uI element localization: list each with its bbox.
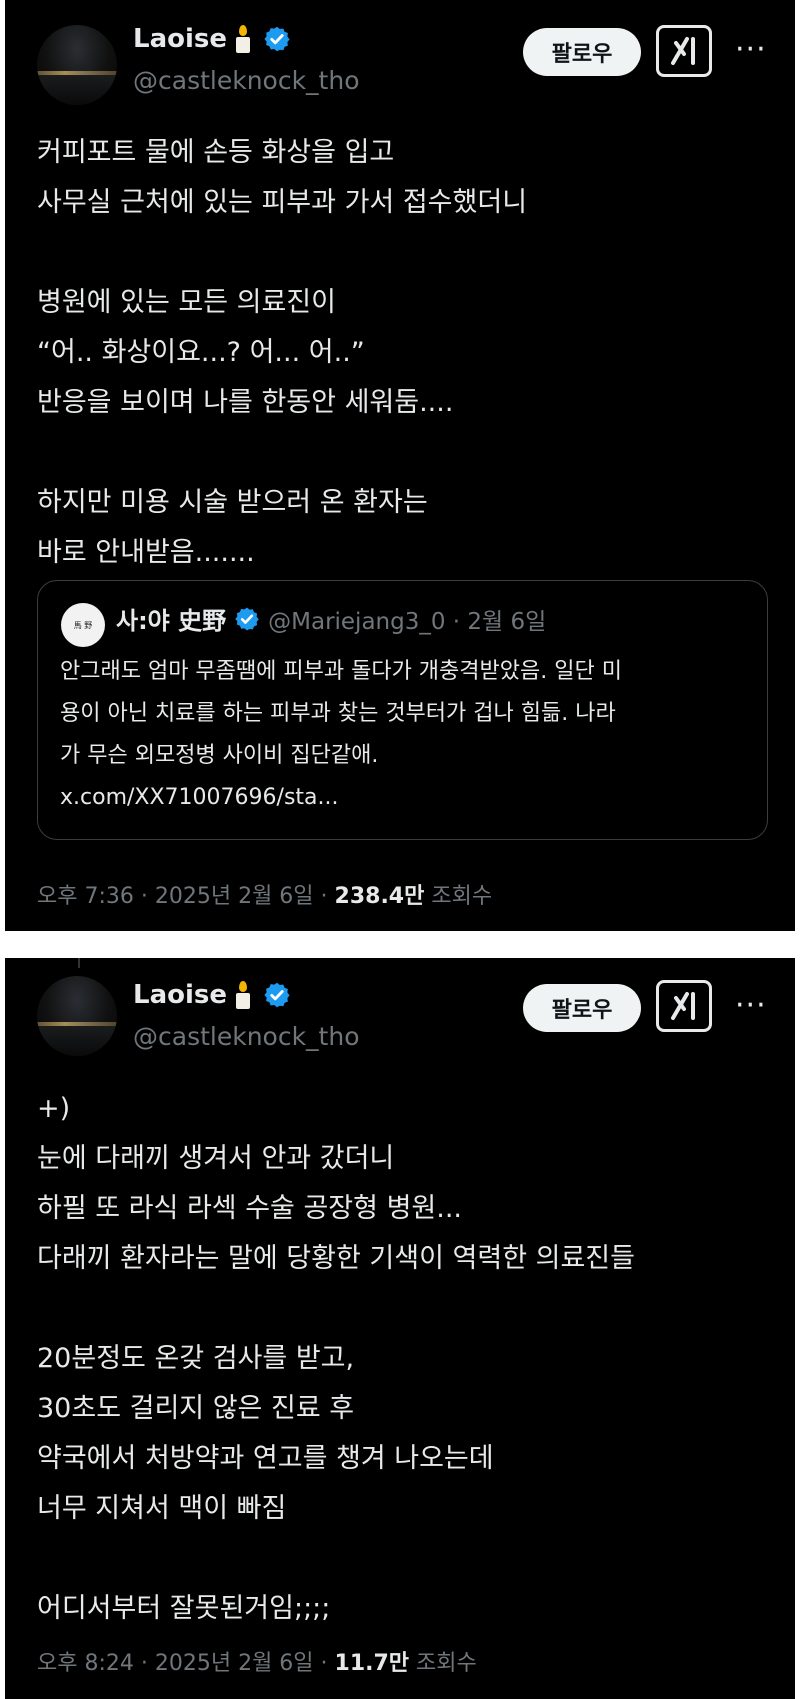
quoted-text-line: 안그래도 엄마 무좀땜에 피부과 돌다가 개충격받았음. 일단 미: [60, 659, 622, 684]
text-line: 하지만 미용 시술 받으러 온 환자는: [37, 487, 428, 518]
text-line: 하필 또 라식 라섹 수술 공장형 병원...: [37, 1193, 463, 1224]
text-line: 약국에서 처방약과 연고를 챙겨 나오는데: [37, 1443, 494, 1474]
text-line: [37, 1534, 765, 1584]
text-line: 반응을 보이며 나를 한동안 세워둠....: [37, 387, 454, 418]
views-label: 조회수: [424, 884, 493, 909]
follow-button[interactable]: 팔로우: [523, 984, 641, 1032]
thread-line: [78, 958, 80, 968]
grok-icon: [671, 992, 695, 1020]
text-line: [37, 1284, 765, 1334]
author-handle[interactable]: @castleknock_tho: [133, 66, 360, 95]
quoted-avatar: 馬 野: [61, 603, 105, 647]
tweet-text: 커피포트 물에 손등 화상을 입고 사무실 근처에 있는 피부과 가서 접수했더…: [37, 128, 765, 578]
grok-button[interactable]: [656, 25, 712, 77]
quoted-handle-date: @Mariejang3_0 · 2월 6일: [268, 608, 547, 635]
tweet-meta: 오후 7:36 · 2025년 2월 6일 · 238.4만 조회수: [37, 878, 492, 910]
avatar[interactable]: [37, 25, 117, 105]
grok-icon: [671, 37, 695, 65]
text-line: “어.. 화상이요...? 어... 어..”: [37, 337, 365, 368]
grok-button[interactable]: [656, 980, 712, 1032]
text-line: 어디서부터 잘못된거임;;;;: [37, 1593, 331, 1624]
quoted-text: 안그래도 엄마 무좀땜에 피부과 돌다가 개충격받았음. 일단 미 용이 아닌 …: [60, 651, 745, 819]
author-row: Laoise: [133, 24, 291, 54]
tweet-text: +) 눈에 다래끼 생겨서 안과 갔더니 하필 또 라식 라섹 수술 공장형 병…: [37, 1084, 765, 1634]
candle-emoji-icon: [233, 25, 253, 53]
text-line: 커피포트 물에 손등 화상을 입고: [37, 137, 395, 168]
quoted-text-line: 용이 아닌 치료를 하는 피부과 찾는 것부터가 겁나 힘듦. 나라: [60, 701, 616, 726]
timestamp[interactable]: 오후 7:36 · 2025년 2월 6일 ·: [37, 884, 335, 909]
quoted-author-row: 사:야 史野 @Mariejang3_0 · 2월 6일: [116, 601, 546, 636]
text-line: 바로 안내받음.......: [37, 537, 255, 568]
avatar[interactable]: [37, 976, 117, 1056]
text-line: 눈에 다래끼 생겨서 안과 갔더니: [37, 1143, 395, 1174]
verified-badge-icon: [264, 26, 290, 52]
text-line: 다래끼 환자라는 말에 당황한 기색이 역력한 의료진들: [37, 1243, 635, 1274]
text-line: 30초도 걸리지 않은 진료 후: [37, 1393, 355, 1424]
text-line: 너무 지쳐서 맥이 빠짐: [37, 1493, 287, 1524]
text-line: [37, 428, 765, 478]
author-name[interactable]: Laoise: [133, 24, 227, 54]
follow-button[interactable]: 팔로우: [523, 28, 641, 76]
author-handle[interactable]: @castleknock_tho: [133, 1022, 360, 1051]
quoted-text-line: 가 무슨 외모정병 사이비 집단같애.: [60, 743, 379, 768]
verified-badge-icon: [264, 982, 290, 1008]
more-options-icon[interactable]: ···: [735, 988, 767, 1023]
view-count: 11.7만: [334, 1651, 410, 1676]
quoted-link[interactable]: x.com/XX71007696/sta...: [60, 777, 745, 819]
timestamp[interactable]: 오후 8:24 · 2025년 2월 6일 ·: [37, 1651, 335, 1676]
text-line: [37, 228, 765, 278]
views-label: 조회수: [409, 1651, 477, 1676]
verified-badge-icon: [235, 607, 259, 630]
text-line: +): [37, 1093, 71, 1124]
quoted-tweet[interactable]: 馬 野 사:야 史野 @Mariejang3_0 · 2월 6일 안그래도 엄마…: [37, 580, 768, 840]
quoted-author-name: 사:야 史野: [116, 607, 227, 635]
tweet-card-1: Laoise @castleknock_tho 팔로우 ··· 커피포트 물에 …: [5, 0, 795, 931]
author-row: Laoise: [133, 980, 291, 1010]
candle-emoji-icon: [233, 981, 253, 1009]
tweet-card-2: Laoise @castleknock_tho 팔로우 ··· +) 눈에 다래…: [5, 958, 795, 1699]
view-count: 238.4만: [334, 884, 425, 909]
tweet-meta: 오후 8:24 · 2025년 2월 6일 · 11.7만 조회수: [37, 1645, 477, 1677]
text-line: 병원에 있는 모든 의료진이: [37, 287, 336, 318]
text-line: 20분정도 온갖 검사를 받고,: [37, 1343, 355, 1374]
text-line: 사무실 근처에 있는 피부과 가서 접수했더니: [37, 187, 528, 218]
author-name[interactable]: Laoise: [133, 980, 227, 1010]
more-options-icon[interactable]: ···: [735, 32, 767, 67]
